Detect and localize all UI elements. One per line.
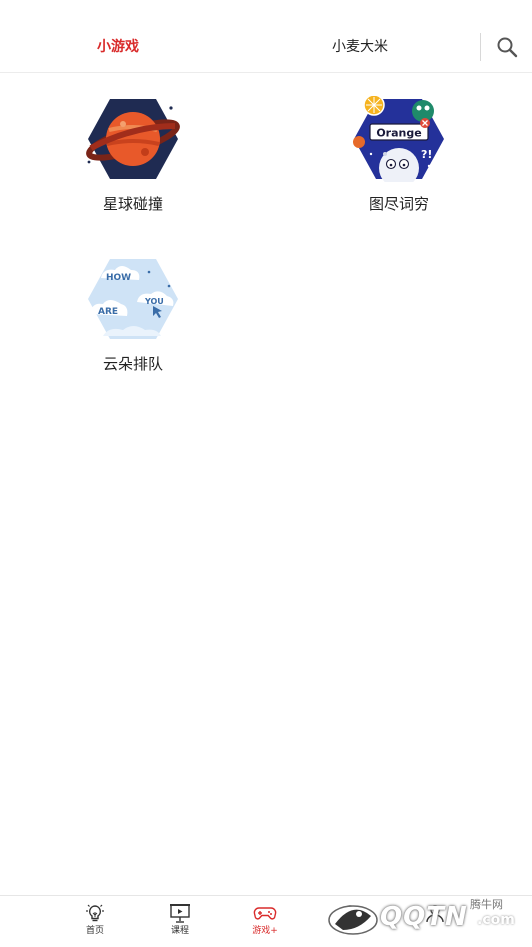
divider	[480, 33, 481, 61]
orange-moon-icon: Orange ?!	[353, 96, 444, 182]
nav-label: 游戏+	[252, 926, 278, 936]
nav-item-games[interactable]: 游戏+	[235, 896, 295, 947]
cloud-word-are: ARE	[98, 307, 118, 317]
nav-label: 课程	[170, 926, 189, 936]
nav-item-home[interactable]: 首页	[65, 896, 125, 947]
cloud-words-icon: HOW ARE YOU	[88, 259, 178, 339]
game-card-planet-collision[interactable]: 星球碰撞	[63, 96, 203, 214]
tab-xiaomai-dami[interactable]: 小麦大米	[332, 36, 388, 58]
game-card-word-exhaustion[interactable]: Orange ?! 图尽词穷	[329, 96, 469, 214]
orange-badge-text: Orange	[376, 127, 421, 140]
hidden-nav-icon	[342, 905, 358, 921]
nav-item-4[interactable]	[320, 896, 380, 947]
bottom-navigation: 首页 课程 游戏+	[0, 895, 532, 947]
game-card-cloud-queue[interactable]: HOW ARE YOU 云朵排队	[63, 256, 203, 374]
game-title: 云朵排队	[102, 355, 163, 373]
search-icon	[497, 37, 518, 58]
profile-icon	[426, 905, 444, 923]
planet-icon	[86, 99, 180, 179]
presentation-board-icon	[170, 904, 190, 923]
svg-text:?!: ?!	[421, 148, 432, 161]
cloud-word-how: HOW	[106, 273, 131, 283]
top-tab-bar: 小游戏 小麦大米	[0, 0, 532, 73]
search-button[interactable]	[495, 35, 521, 61]
nav-item-courses[interactable]: 课程	[150, 896, 210, 947]
cloud-word-you: YOU	[144, 297, 164, 306]
nav-label: 首页	[85, 926, 104, 936]
game-title: 星球碰撞	[102, 195, 163, 213]
nav-item-profile[interactable]	[405, 896, 465, 947]
game-title: 图尽词穷	[368, 195, 429, 213]
gamepad-icon	[253, 907, 277, 920]
tab-mini-games[interactable]: 小游戏	[97, 36, 139, 58]
lightbulb-icon	[86, 904, 104, 922]
